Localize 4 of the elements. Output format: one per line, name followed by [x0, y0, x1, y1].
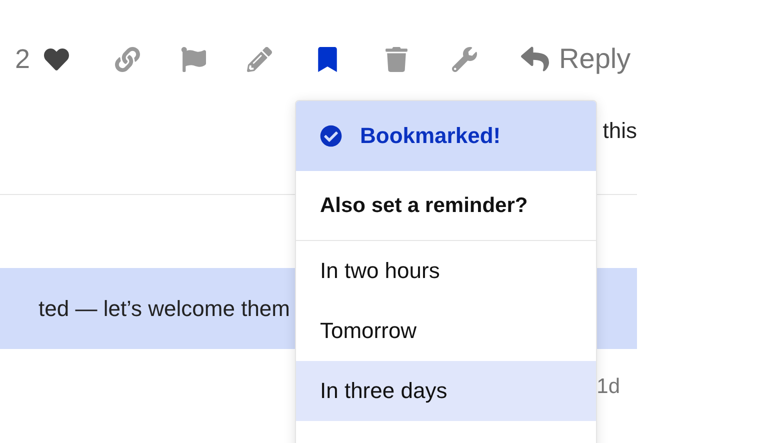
topic-age: 1d	[596, 375, 620, 399]
like-count: 2	[15, 44, 30, 74]
bookmark-status: Bookmarked!	[360, 123, 501, 149]
post-text: this	[602, 118, 637, 144]
